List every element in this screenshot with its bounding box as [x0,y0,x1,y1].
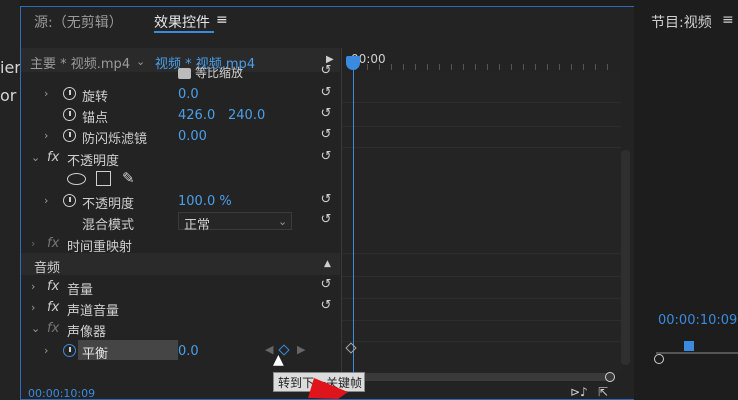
timeline-gridline [341,276,621,277]
balance-label: 平衡 [82,347,109,362]
status-timecode[interactable]: 00:00:10:09 [28,387,95,400]
partial-text-2: or [0,86,17,105]
timeline-gridline [341,147,621,148]
timeline-gridline [341,102,621,103]
chevron-down-icon[interactable]: ⌄ [278,215,287,228]
audio-section-label: 音频 [34,261,61,276]
opacity-value[interactable]: 100.0 % [178,194,232,209]
export-icon[interactable]: ⇱ [598,385,608,399]
reset-icon[interactable]: ↺ [319,64,333,78]
collapse-triangle-icon[interactable]: ▲ [324,259,331,269]
red-arrow-icon [308,378,348,399]
reset-icon[interactable]: ↺ [319,150,333,164]
opacity-group-label: 不透明度 [67,154,120,169]
timeline-gridline [341,341,621,342]
keyframe-timeline[interactable] [341,72,621,373]
horizontal-scrollbar[interactable] [353,373,615,381]
tab-source[interactable]: 源:（无剪辑） [34,12,123,32]
tab-effect-controls[interactable]: 效果控件 [154,12,210,32]
reset-icon[interactable]: ↺ [319,86,333,100]
fx-icon[interactable]: fx [47,321,59,336]
timeline-gridline [341,126,621,127]
stopwatch-icon[interactable] [63,344,76,357]
active-tab-underline [154,31,214,33]
blend-mode-label: 混合模式 [82,218,135,233]
stopwatch-icon[interactable] [63,194,76,207]
fx-icon[interactable]: fx [47,150,59,165]
timeline-ruler[interactable] [355,64,615,70]
chevron-down-icon[interactable]: ⌄ [31,322,40,335]
rotation-label: 旋转 [82,90,109,105]
reset-icon[interactable]: ↺ [319,193,333,207]
fx-icon[interactable]: fx [47,279,59,294]
blend-mode-value[interactable]: 正常 [184,214,210,233]
program-playhead[interactable] [684,341,694,351]
audio-section-header [21,253,340,275]
chevron-down-icon[interactable]: ⌄ [31,151,40,164]
reset-icon[interactable]: ↺ [319,128,333,142]
playhead-line [353,62,354,374]
program-menu-icon[interactable]: ≡ [722,12,734,28]
program-monitor-panel [636,0,738,400]
timeline-gridline [341,320,621,321]
rectangle-mask-icon[interactable] [96,171,111,186]
reset-icon[interactable]: ↺ [319,278,333,292]
reset-icon[interactable]: ↺ [319,213,333,227]
panner-label: 声像器 [67,325,107,340]
anchor-label: 锚点 [82,111,109,126]
antiflicker-value[interactable]: 0.00 [178,129,207,144]
reset-icon[interactable]: ↺ [319,107,333,121]
chevron-right-icon[interactable]: › [31,237,35,250]
timeline-gridline [341,298,621,299]
pen-mask-icon[interactable]: ✎ [122,169,135,187]
stopwatch-icon[interactable] [63,108,76,121]
playhead-handle[interactable] [346,56,360,70]
panel-menu-icon[interactable]: ≡ [216,12,228,28]
next-keyframe-icon[interactable]: ▶ [297,343,305,356]
filter-icon[interactable]: ⊳♪ [570,385,588,399]
uniform-scale-checkbox[interactable] [178,68,191,79]
chevron-right-icon[interactable]: › [44,87,48,100]
panel-divider[interactable] [341,48,342,373]
opacity-label: 不透明度 [82,197,135,212]
balance-value[interactable]: 0.0 [178,344,199,359]
timeline-gridline [341,253,621,254]
channel-volume-label: 声道音量 [67,304,120,319]
ellipse-mask-icon[interactable] [67,173,86,185]
volume-label: 音量 [67,283,94,298]
mouse-cursor-icon: ▲ [273,352,284,368]
tab-program[interactable]: 节目:视频 [651,12,712,32]
anchor-y-value[interactable]: 240.0 [228,108,265,123]
stopwatch-icon[interactable] [63,87,76,100]
master-clip-label[interactable]: 主要 * 视频.mp4 [30,53,130,72]
fx-icon[interactable]: fx [47,300,59,315]
chevron-right-icon[interactable]: › [44,129,48,142]
chevron-right-icon[interactable]: › [44,344,48,357]
antiflicker-label: 防闪烁滤镜 [82,132,148,147]
program-timecode[interactable]: 00:00:10:09 [658,313,737,328]
stopwatch-icon[interactable] [63,129,76,142]
program-scrubber[interactable] [656,352,738,354]
vertical-scrollbar[interactable] [621,150,630,365]
chevron-right-icon[interactable]: › [31,280,35,293]
reset-icon[interactable]: ↺ [319,299,333,313]
uniform-scale-label: 等比缩放 [195,66,244,80]
rotation-value[interactable]: 0.0 [178,87,199,102]
fx-icon[interactable]: fx [47,236,59,251]
program-zoom-handle[interactable] [654,354,664,364]
chevron-right-icon[interactable]: › [44,194,48,207]
anchor-x-value[interactable]: 426.0 [178,108,215,123]
zoom-handle[interactable] [605,372,615,382]
chevron-down-icon[interactable]: ⌄ [136,55,145,68]
partial-text-1: ier [0,58,21,77]
chevron-right-icon[interactable]: › [31,301,35,314]
